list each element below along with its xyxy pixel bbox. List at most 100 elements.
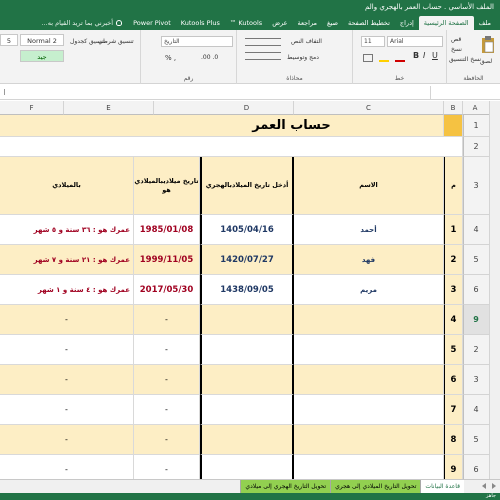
- num-cell[interactable]: 3: [444, 275, 463, 305]
- cut-button[interactable]: قص: [451, 36, 461, 44]
- greg-cell[interactable]: -: [134, 395, 200, 425]
- num-cell[interactable]: 8: [444, 425, 463, 455]
- age-cell[interactable]: -: [0, 305, 134, 335]
- hijri-cell[interactable]: [200, 365, 294, 395]
- formula-bar[interactable]: [0, 85, 500, 100]
- age-header[interactable]: بالميلادي: [0, 157, 134, 215]
- tab-review[interactable]: مراجعة: [293, 16, 323, 30]
- sheet-tab-database[interactable]: قاعدة البيانات: [420, 480, 464, 493]
- tab-file[interactable]: ملف: [474, 16, 496, 30]
- next-sheet-icon[interactable]: [492, 483, 496, 489]
- tab-power-pivot[interactable]: Power Pivot: [128, 16, 176, 30]
- tab-home[interactable]: الصفحة الرئيسية: [418, 16, 474, 30]
- age-cell[interactable]: -: [0, 455, 134, 479]
- style-good[interactable]: جيد: [20, 50, 64, 62]
- age-cell[interactable]: عمرك هو : ٢١ سنة و ٧ شهر: [0, 245, 134, 275]
- style-normal2[interactable]: Normal 2: [20, 34, 64, 46]
- title-banner[interactable]: حساب العمر: [0, 115, 444, 137]
- col-header-e[interactable]: E: [64, 101, 154, 115]
- greg-cell[interactable]: -: [134, 455, 200, 479]
- tab-page-layout[interactable]: تخطيط الصفحة: [343, 16, 395, 30]
- hijri-cell[interactable]: [200, 395, 294, 425]
- name-cell[interactable]: [294, 335, 444, 365]
- sheet-tab-hijri-to-greg[interactable]: تحويل التاريخ الهجري إلى ميلادي: [240, 480, 331, 493]
- name-cell[interactable]: فهد: [294, 245, 444, 275]
- hijri-cell[interactable]: [200, 305, 294, 335]
- name-cell[interactable]: [294, 395, 444, 425]
- fill-color-icon[interactable]: [379, 60, 389, 62]
- tab-insert[interactable]: إدراج: [395, 16, 419, 30]
- greg-cell[interactable]: 1985/01/08: [134, 215, 200, 245]
- num-cell[interactable]: 6: [444, 365, 463, 395]
- name-header[interactable]: الاسم: [294, 157, 444, 215]
- copy-button[interactable]: نسخ: [451, 46, 462, 54]
- greg-cell[interactable]: -: [134, 305, 200, 335]
- style-5[interactable]: 5: [0, 34, 18, 46]
- hijri-cell[interactable]: [200, 335, 294, 365]
- borders-icon[interactable]: [363, 54, 373, 62]
- name-cell[interactable]: أحمد: [294, 215, 444, 245]
- font-name-select[interactable]: Arial: [387, 36, 443, 47]
- col-header-b[interactable]: B: [444, 101, 463, 115]
- title-accent[interactable]: [444, 115, 463, 137]
- tell-me-box[interactable]: أخبرني بما تريد القيام به...: [36, 16, 129, 30]
- name-cell[interactable]: [294, 365, 444, 395]
- number-format-select[interactable]: التاريخ: [161, 36, 233, 47]
- hijri-cell[interactable]: 1405/04/16: [200, 215, 294, 245]
- col-header-c[interactable]: C: [294, 101, 444, 115]
- percent-button[interactable]: % ,: [165, 54, 176, 62]
- tab-formulas[interactable]: صيغ: [322, 16, 343, 30]
- tab-kutools[interactable]: Kutools ™: [225, 16, 267, 30]
- name-cell[interactable]: [294, 305, 444, 335]
- format-painter-button[interactable]: نسخ التنسيق: [449, 56, 481, 64]
- age-cell[interactable]: -: [0, 335, 134, 365]
- age-cell[interactable]: عمرك هو : ٣٦ سنة و ٥ شهر: [0, 215, 134, 245]
- sheet-tab-greg-to-hijri[interactable]: تحويل التاريخ الميلادي إلى هجري: [330, 480, 421, 493]
- age-cell[interactable]: -: [0, 425, 134, 455]
- vertical-scrollbar[interactable]: [489, 101, 500, 479]
- num-cell[interactable]: 1: [444, 215, 463, 245]
- font-color-icon[interactable]: [395, 60, 405, 62]
- greg-cell[interactable]: 2017/05/30: [134, 275, 200, 305]
- num-header[interactable]: م: [444, 157, 463, 215]
- hijri-cell[interactable]: 1438/09/05: [200, 275, 294, 305]
- blank-row[interactable]: [0, 137, 463, 157]
- indent-lines-icon[interactable]: [245, 52, 281, 60]
- age-cell[interactable]: -: [0, 395, 134, 425]
- hijri-cell[interactable]: [200, 455, 294, 479]
- hijri-header[interactable]: أدخل تاريخ الميلادبالهجري: [200, 157, 294, 215]
- greg-cell[interactable]: -: [134, 365, 200, 395]
- num-cell[interactable]: 5: [444, 335, 463, 365]
- age-cell[interactable]: عمرك هو : ٤ سنة و ١ شهر: [0, 275, 134, 305]
- italic-button[interactable]: I: [423, 52, 425, 60]
- prev-sheet-icon[interactable]: [482, 483, 486, 489]
- col-header-f[interactable]: F: [0, 101, 64, 115]
- num-cell[interactable]: 4: [444, 305, 463, 335]
- bold-button[interactable]: B: [413, 52, 419, 60]
- greg-cell[interactable]: 1999/11/05: [134, 245, 200, 275]
- col-header-d[interactable]: D: [200, 101, 294, 115]
- decimal-buttons[interactable]: .00 .0: [201, 54, 218, 62]
- num-cell[interactable]: 2: [444, 245, 463, 275]
- font-size-select[interactable]: 11: [361, 36, 385, 47]
- name-cell[interactable]: [294, 455, 444, 479]
- name-box[interactable]: [430, 86, 500, 99]
- align-lines-icon[interactable]: [245, 38, 281, 46]
- age-cell[interactable]: -: [0, 365, 134, 395]
- greg-cell[interactable]: -: [134, 425, 200, 455]
- format-as-table-button[interactable]: تنسيق كجدول: [70, 38, 105, 46]
- num-cell[interactable]: 9: [444, 455, 463, 479]
- wrap-text-button[interactable]: التفاف النص: [291, 38, 322, 46]
- greg-cell[interactable]: -: [134, 335, 200, 365]
- paste-button[interactable]: لصق: [480, 58, 492, 66]
- name-cell[interactable]: مريم: [294, 275, 444, 305]
- greg-header[interactable]: تاريخ ميلاديبالميلادي هو: [134, 157, 200, 215]
- name-cell[interactable]: [294, 425, 444, 455]
- tab-kutools-plus[interactable]: Kutools Plus: [176, 16, 225, 30]
- hijri-cell[interactable]: 1420/07/27: [200, 245, 294, 275]
- merge-center-button[interactable]: دمج وتوسيط: [287, 54, 319, 62]
- underline-button[interactable]: U: [432, 52, 438, 60]
- num-cell[interactable]: 7: [444, 395, 463, 425]
- hijri-cell[interactable]: [200, 425, 294, 455]
- tab-view[interactable]: عرض: [267, 16, 292, 30]
